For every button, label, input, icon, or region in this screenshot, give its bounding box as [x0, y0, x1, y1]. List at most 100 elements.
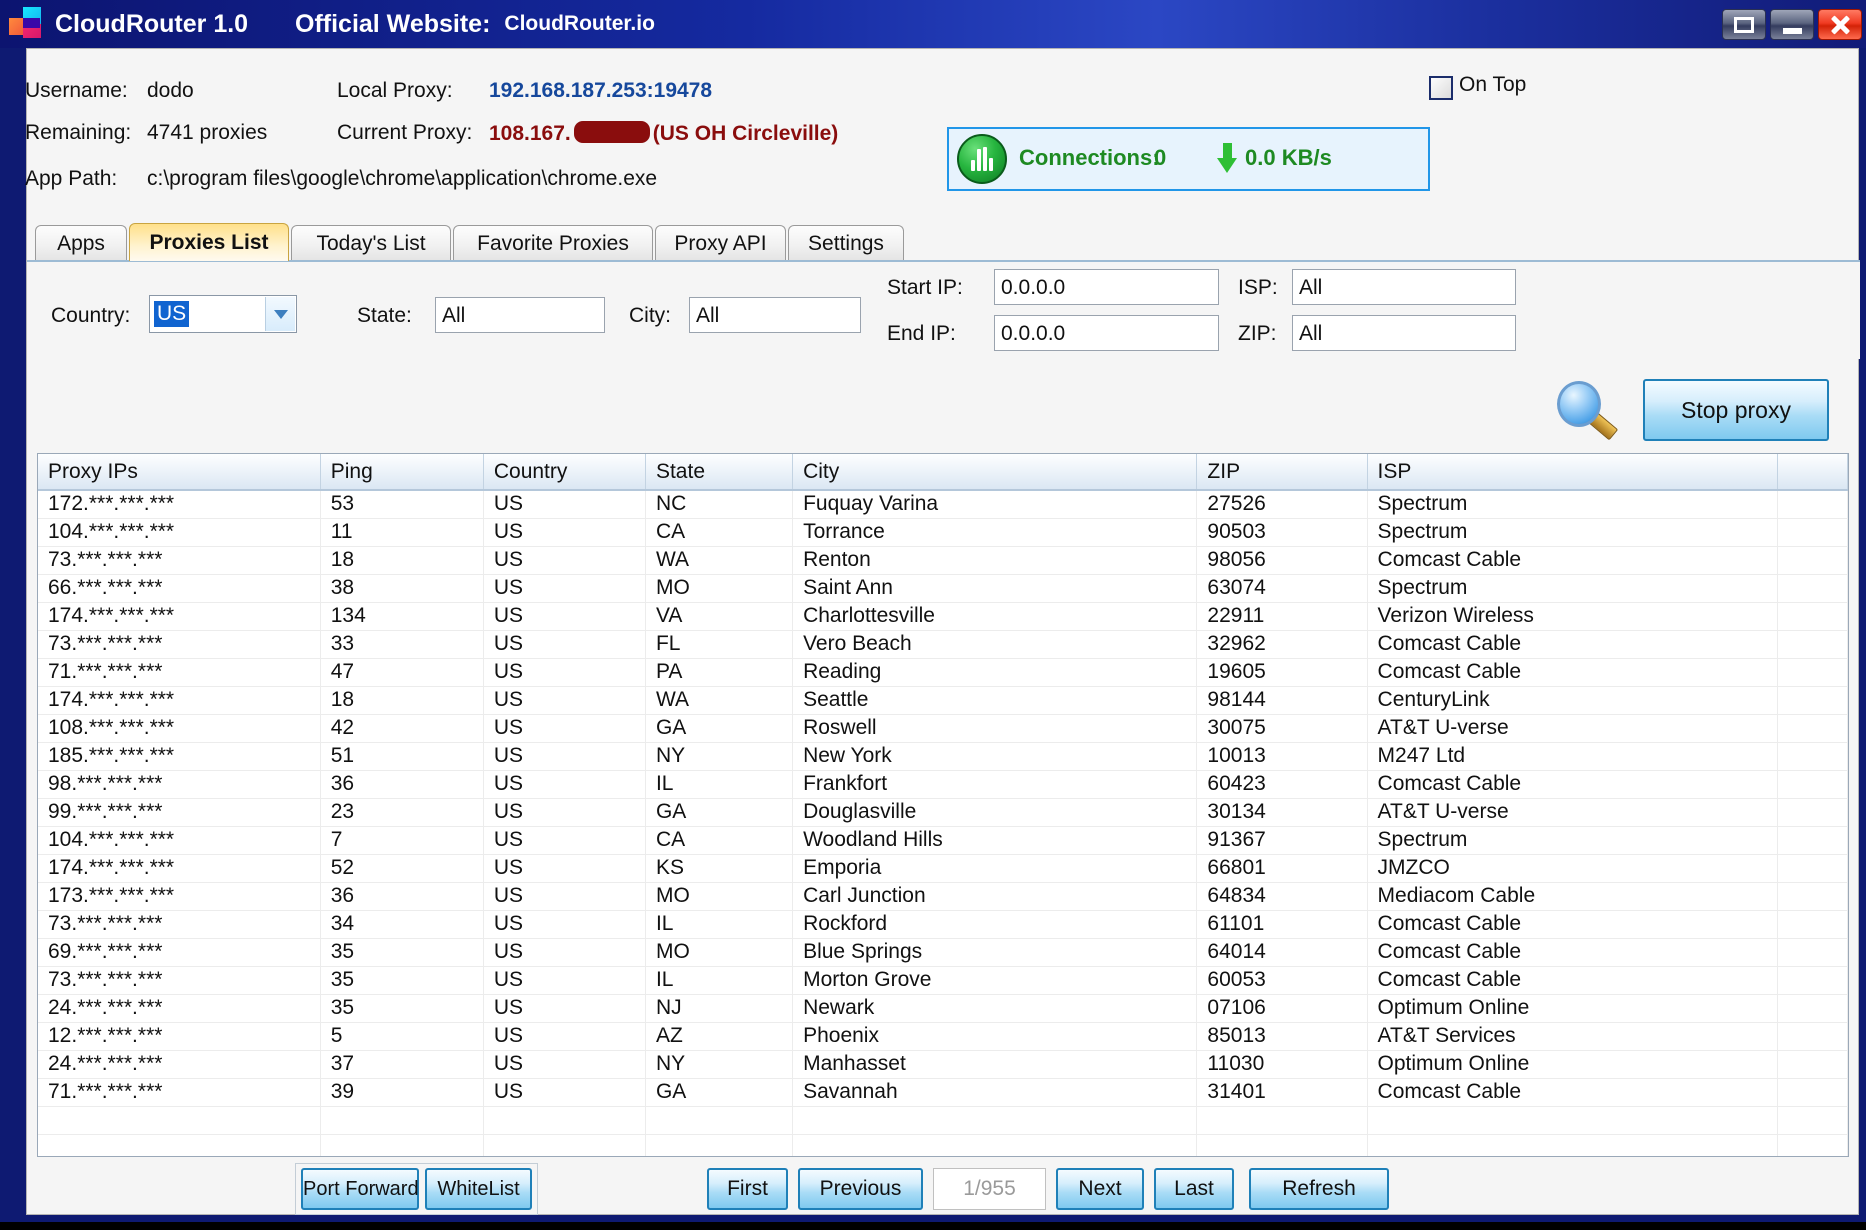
table-row[interactable]: 66.***.***.***38USMOSaint Ann63074Spectr…: [38, 574, 1848, 602]
cell-zip: 98144: [1197, 686, 1367, 714]
table-row[interactable]: 172.***.***.***53USNCFuquay Varina27526S…: [38, 490, 1848, 518]
cell-blank: [1777, 630, 1847, 658]
table-row[interactable]: 24.***.***.***37USNYManhasset11030Optimu…: [38, 1050, 1848, 1078]
cell-ping: 34: [320, 910, 483, 938]
last-page-button[interactable]: Last: [1154, 1168, 1234, 1210]
table-row[interactable]: 174.***.***.***134USVACharlottesville229…: [38, 602, 1848, 630]
proxies-table-container[interactable]: Proxy IPsPingCountryStateCityZIPISP 172.…: [37, 453, 1849, 1157]
column-header-proxy-ips[interactable]: Proxy IPs: [38, 454, 320, 490]
cell-proxy-ips: 185.***.***.***: [38, 742, 320, 770]
table-row[interactable]: 69.***.***.***35USMOBlue Springs64014Com…: [38, 938, 1848, 966]
port-forward-list-button[interactable]: Port Forward List: [301, 1168, 419, 1210]
local-proxy-value: 192.168.187.253:19478: [489, 79, 712, 103]
table-row[interactable]: 104.***.***.***7USCAWoodland Hills91367S…: [38, 826, 1848, 854]
client-area: Username: dodo Remaining: 4741 proxies L…: [26, 48, 1859, 1215]
cell-state: FL: [645, 630, 792, 658]
table-row[interactable]: [38, 1106, 1848, 1134]
state-input[interactable]: All: [435, 297, 605, 333]
minimize-button[interactable]: [1770, 9, 1814, 40]
cell-isp: Spectrum: [1367, 490, 1777, 518]
cell-zip: 91367: [1197, 826, 1367, 854]
cell-ping: 53: [320, 490, 483, 518]
checkbox-box[interactable]: [1429, 76, 1453, 100]
table-row[interactable]: 99.***.***.***23USGADouglasville30134AT&…: [38, 798, 1848, 826]
cell-zip: 90503: [1197, 518, 1367, 546]
column-header-zip[interactable]: ZIP: [1197, 454, 1367, 490]
cell-city: Vero Beach: [793, 630, 1197, 658]
table-row[interactable]: 71.***.***.***39USGASavannah31401Comcast…: [38, 1078, 1848, 1106]
cell-zip: 60053: [1197, 966, 1367, 994]
cell-isp: Comcast Cable: [1367, 546, 1777, 574]
column-header-country[interactable]: Country: [483, 454, 645, 490]
stop-proxy-button[interactable]: Stop proxy: [1643, 379, 1829, 441]
start-ip-input[interactable]: 0.0.0.0: [994, 269, 1219, 305]
next-page-button[interactable]: Next: [1056, 1168, 1144, 1210]
cell-state: NC: [645, 490, 792, 518]
chevron-down-icon[interactable]: [265, 297, 295, 331]
isp-input[interactable]: All: [1292, 269, 1516, 305]
zip-input[interactable]: All: [1292, 315, 1516, 351]
table-row[interactable]: 174.***.***.***18USWASeattle98144Century…: [38, 686, 1848, 714]
cell-proxy-ips: 174.***.***.***: [38, 686, 320, 714]
table-row[interactable]: 98.***.***.***36USILFrankfort60423Comcas…: [38, 770, 1848, 798]
cell-isp: Spectrum: [1367, 826, 1777, 854]
cell-city: Phoenix: [793, 1022, 1197, 1050]
cell-proxy-ips: 104.***.***.***: [38, 518, 320, 546]
cell-proxy-ips: 174.***.***.***: [38, 854, 320, 882]
table-row[interactable]: 104.***.***.***11USCATorrance90503Spectr…: [38, 518, 1848, 546]
cell-city: Manhasset: [793, 1050, 1197, 1078]
cell-proxy-ips: 173.***.***.***: [38, 882, 320, 910]
cell-state: IL: [645, 966, 792, 994]
cell-zip: 32962: [1197, 630, 1367, 658]
column-header-city[interactable]: City: [793, 454, 1197, 490]
column-header-ping[interactable]: Ping: [320, 454, 483, 490]
app-title: CloudRouter 1.0: [55, 8, 248, 40]
close-button[interactable]: [1818, 9, 1862, 40]
official-website-label: Official Website:: [295, 10, 490, 38]
cell-country: US: [483, 658, 645, 686]
connections-panel: Connections: 0 0.0 KB/s: [947, 127, 1430, 191]
table-row[interactable]: 24.***.***.***35USNJNewark07106Optimum O…: [38, 994, 1848, 1022]
refresh-button[interactable]: Refresh: [1249, 1168, 1389, 1210]
table-row[interactable]: 185.***.***.***51USNYNew York10013M247 L…: [38, 742, 1848, 770]
table-row[interactable]: 73.***.***.***35USILMorton Grove60053Com…: [38, 966, 1848, 994]
page-indicator: 1/955: [933, 1168, 1046, 1210]
city-input[interactable]: All: [689, 297, 861, 333]
magnifier-icon[interactable]: [1549, 379, 1619, 443]
table-row[interactable]: 108.***.***.***42USGARoswell30075AT&T U-…: [38, 714, 1848, 742]
table-row[interactable]: [38, 1134, 1848, 1157]
country-select[interactable]: US: [149, 295, 297, 333]
tab-favorite-proxies[interactable]: Favorite Proxies: [453, 225, 653, 261]
cell-state: WA: [645, 686, 792, 714]
table-row[interactable]: 174.***.***.***52USKSEmporia66801JMZCO: [38, 854, 1848, 882]
cell-zip: 30134: [1197, 798, 1367, 826]
tab-today-s-list[interactable]: Today's List: [291, 225, 451, 261]
tab-settings[interactable]: Settings: [788, 225, 904, 261]
table-row[interactable]: 173.***.***.***36USMOCarl Junction64834M…: [38, 882, 1848, 910]
cell-state: NJ: [645, 994, 792, 1022]
tab-proxies-list[interactable]: Proxies List: [129, 223, 289, 261]
cell-state: KS: [645, 854, 792, 882]
cell-city: Carl Junction: [793, 882, 1197, 910]
cell-city: Morton Grove: [793, 966, 1197, 994]
cell-proxy-ips: 66.***.***.***: [38, 574, 320, 602]
first-page-button[interactable]: First: [707, 1168, 788, 1210]
table-row[interactable]: 73.***.***.***18USWARenton98056Comcast C…: [38, 546, 1848, 574]
maximize-button[interactable]: [1722, 9, 1766, 40]
cell-blank: [1777, 742, 1847, 770]
whitelist-button[interactable]: WhiteList: [425, 1168, 532, 1210]
previous-page-button[interactable]: Previous: [798, 1168, 923, 1210]
column-header-blank[interactable]: [1777, 454, 1847, 490]
cell-country: US: [483, 518, 645, 546]
tab-apps[interactable]: Apps: [35, 225, 127, 261]
table-row[interactable]: 71.***.***.***47USPAReading19605Comcast …: [38, 658, 1848, 686]
table-row[interactable]: 73.***.***.***33USFLVero Beach32962Comca…: [38, 630, 1848, 658]
column-header-state[interactable]: State: [645, 454, 792, 490]
column-header-isp[interactable]: ISP: [1367, 454, 1777, 490]
table-row[interactable]: 12.***.***.***5USAZPhoenix85013AT&T Serv…: [38, 1022, 1848, 1050]
cell-city: Douglasville: [793, 798, 1197, 826]
end-ip-input[interactable]: 0.0.0.0: [994, 315, 1219, 351]
tab-proxy-api[interactable]: Proxy API: [655, 225, 786, 261]
table-row[interactable]: 73.***.***.***34USILRockford61101Comcast…: [38, 910, 1848, 938]
cell-ping: 37: [320, 1050, 483, 1078]
